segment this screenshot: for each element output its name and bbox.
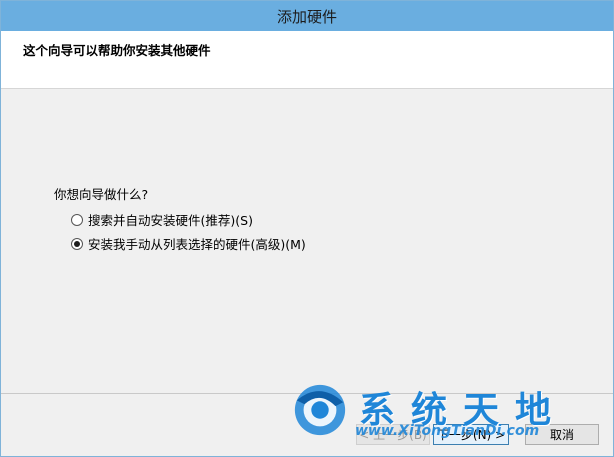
option-manual-install[interactable]: 安装我手动从列表选择的硬件(高级)(M): [71, 234, 306, 253]
add-hardware-dialog: 添加硬件 这个向导可以帮助你安装其他硬件 你想向导做什么? 搜索并自动安装硬件(…: [0, 0, 614, 457]
back-button[interactable]: < 上一步(B): [356, 424, 430, 445]
radio-manual-install[interactable]: [71, 237, 83, 250]
cancel-button[interactable]: 取消: [525, 424, 599, 445]
next-button[interactable]: 下一步(N) >: [433, 424, 509, 445]
wizard-footer: < 上一步(B) 下一步(N) > 取消: [1, 394, 613, 456]
window-title: 添加硬件: [276, 7, 337, 26]
option-manual-install-label: 安装我手动从列表选择的硬件(高级)(M): [88, 237, 306, 252]
wizard-header: 这个向导可以帮助你安装其他硬件: [1, 31, 613, 89]
wizard-header-title: 这个向导可以帮助你安装其他硬件: [23, 43, 211, 58]
option-auto-install-label: 搜索并自动安装硬件(推荐)(S): [88, 213, 253, 228]
wizard-question: 你想向导做什么?: [54, 187, 149, 202]
option-auto-install[interactable]: 搜索并自动安装硬件(推荐)(S): [71, 210, 253, 229]
title-bar[interactable]: 添加硬件: [1, 1, 613, 31]
wizard-content: 你想向导做什么? 搜索并自动安装硬件(推荐)(S) 安装我手动从列表选择的硬件(…: [1, 90, 613, 392]
radio-auto-install[interactable]: [71, 213, 83, 226]
